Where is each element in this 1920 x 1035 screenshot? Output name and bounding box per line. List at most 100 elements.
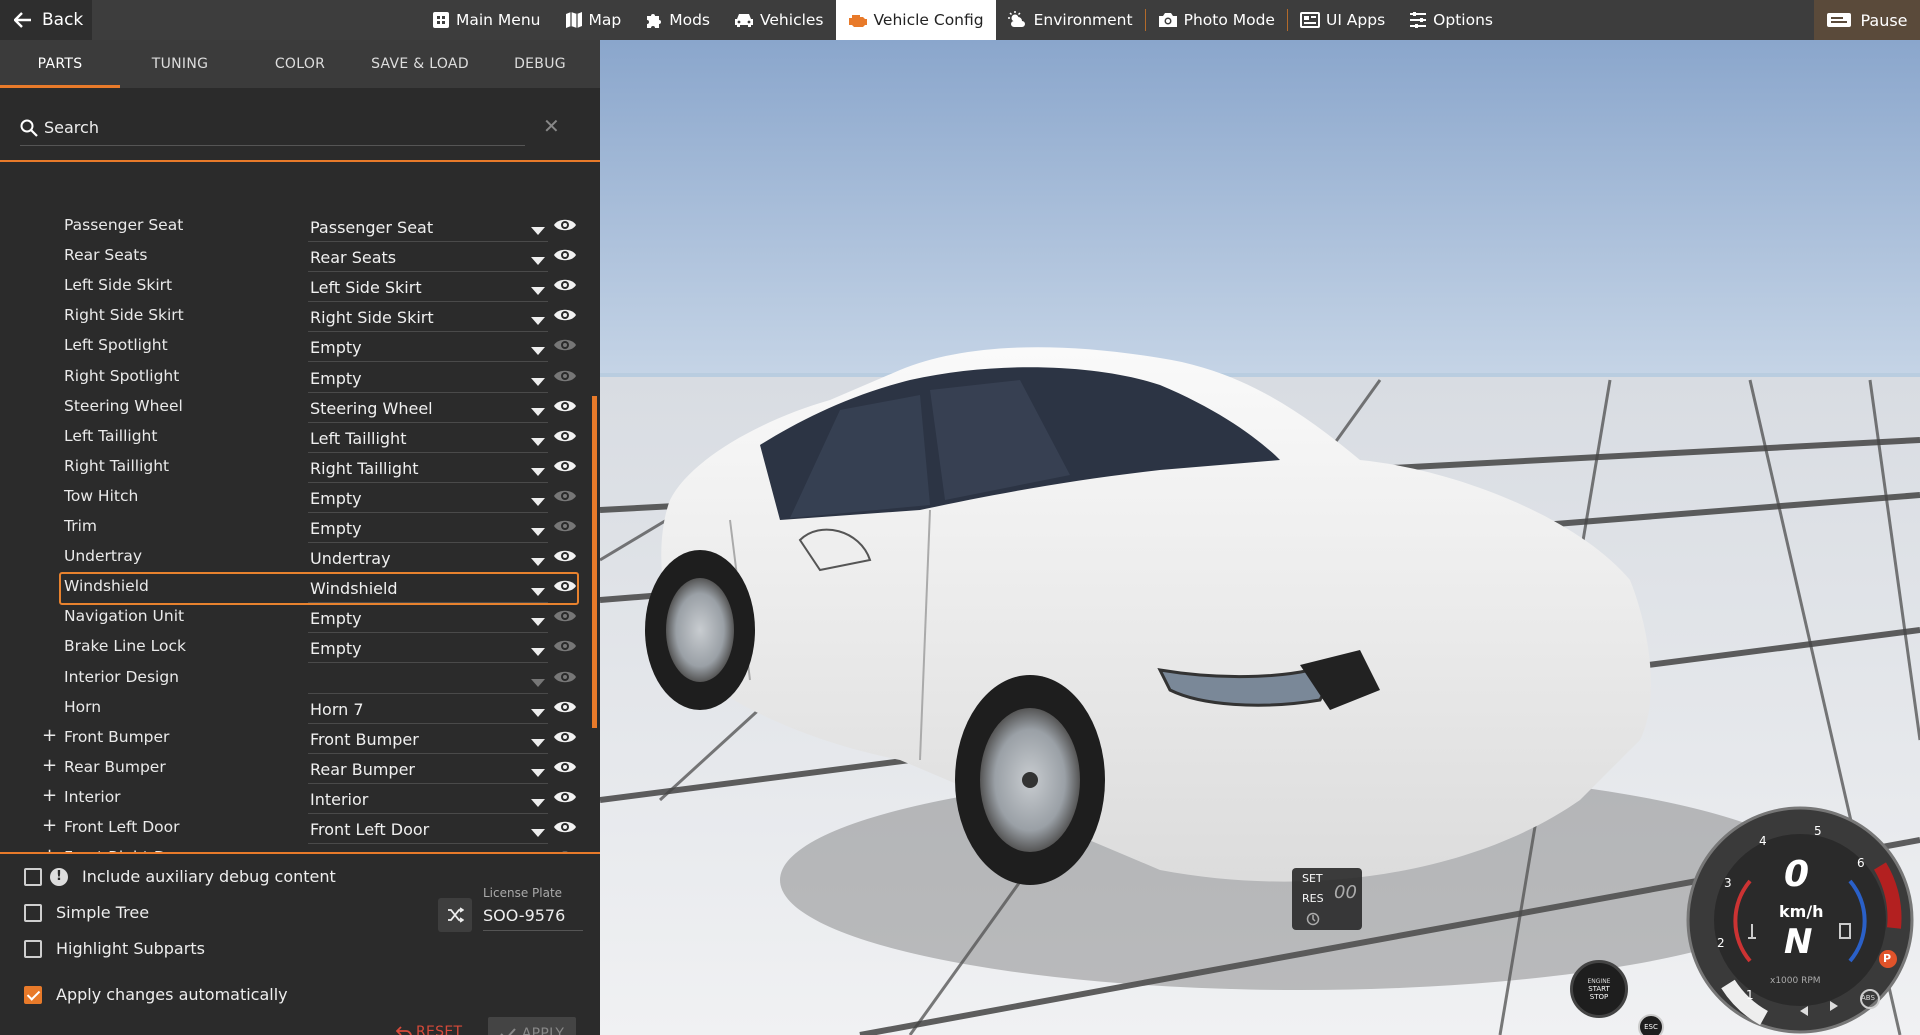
visibility-toggle[interactable] — [553, 577, 577, 595]
part-select[interactable]: Left Taillight — [308, 427, 548, 453]
chevron-down-icon[interactable] — [531, 227, 545, 235]
chevron-down-icon[interactable] — [531, 437, 545, 446]
visibility-toggle[interactable] — [553, 517, 577, 535]
nav-mods[interactable]: Mods — [633, 0, 722, 40]
expand-icon[interactable]: + — [42, 845, 57, 852]
part-row[interactable]: + Rear Bumper Rear Bumper — [0, 754, 592, 784]
chevron-down-icon[interactable] — [531, 558, 545, 567]
part-select[interactable]: Rear Seats — [308, 246, 548, 273]
nav-ui-apps[interactable]: UI Apps — [1288, 0, 1397, 40]
part-select[interactable]: Front Left Door — [308, 818, 548, 844]
chevron-down-icon[interactable] — [531, 407, 545, 416]
part-row[interactable]: Left Taillight Left Taillight — [0, 423, 592, 453]
visibility-toggle[interactable] — [553, 607, 577, 625]
part-select[interactable]: Front Bumper — [308, 728, 548, 754]
nav-map[interactable]: Map — [553, 0, 634, 40]
apply-auto-option[interactable]: Apply changes automatically — [24, 985, 288, 1004]
visibility-toggle[interactable] — [553, 637, 577, 655]
visibility-toggle[interactable] — [553, 457, 577, 475]
part-row[interactable]: Passenger Seat Passenger Seat — [0, 212, 592, 242]
expand-icon[interactable]: + — [42, 815, 57, 836]
visibility-toggle[interactable] — [553, 698, 577, 716]
tab-save-load[interactable]: SAVE & LOAD — [360, 40, 480, 88]
chevron-down-icon[interactable] — [531, 377, 545, 386]
apply-button[interactable]: APPLY — [488, 1017, 576, 1035]
visibility-toggle[interactable] — [553, 818, 577, 836]
part-select[interactable]: Right Taillight — [308, 457, 548, 483]
chevron-down-icon[interactable] — [531, 708, 545, 717]
part-row[interactable]: Undertray Undertray — [0, 543, 592, 574]
part-select[interactable]: Interior — [308, 788, 548, 814]
part-select[interactable]: Horn 7 — [308, 698, 548, 724]
expand-icon[interactable]: + — [42, 725, 57, 746]
randomize-plate-button[interactable] — [438, 898, 472, 932]
back-button[interactable]: Back — [0, 0, 92, 40]
part-select[interactable]: Empty — [308, 517, 548, 543]
chevron-down-icon[interactable] — [531, 829, 545, 837]
reset-button[interactable]: RESET — [396, 1024, 462, 1035]
simple-tree-checkbox[interactable] — [24, 903, 42, 922]
part-select[interactable] — [308, 668, 548, 694]
visibility-toggle[interactable] — [553, 397, 577, 415]
part-row[interactable]: + Front Left Door Front Left Door — [0, 814, 592, 844]
visibility-toggle[interactable] — [553, 306, 577, 324]
chevron-down-icon[interactable] — [531, 257, 545, 266]
visibility-toggle[interactable] — [553, 367, 577, 385]
part-select[interactable]: Right Side Skirt — [308, 306, 548, 333]
part-row[interactable]: Left Side Skirt Left Side Skirt — [0, 272, 592, 303]
search-input[interactable]: Search — [20, 110, 525, 146]
tab-debug[interactable]: DEBUG — [480, 40, 600, 88]
pause-button[interactable]: Pause — [1814, 0, 1920, 40]
nav-photo-mode[interactable]: Photo Mode — [1146, 0, 1287, 40]
part-row[interactable]: Navigation Unit Empty — [0, 603, 592, 634]
highlight-subparts-checkbox[interactable] — [24, 939, 42, 958]
tab-tuning[interactable]: TUNING — [120, 40, 240, 88]
debug-content-option[interactable]: ! Include auxiliary debug content — [24, 867, 336, 886]
part-row[interactable]: Steering Wheel Steering Wheel — [0, 393, 592, 423]
part-select[interactable]: Left Side Skirt — [308, 276, 548, 303]
part-row[interactable]: + Front Bumper Front Bumper — [0, 724, 592, 754]
visibility-toggle[interactable] — [553, 788, 577, 806]
part-row[interactable]: Interior Design — [0, 664, 592, 694]
chevron-down-icon[interactable] — [531, 317, 545, 326]
scrollbar[interactable] — [592, 396, 597, 728]
engine-start-button[interactable]: ENGINE START STOP — [1570, 960, 1628, 1018]
visibility-toggle[interactable] — [553, 336, 577, 354]
expand-icon[interactable]: + — [42, 755, 57, 776]
visibility-toggle[interactable] — [553, 246, 577, 264]
part-row[interactable]: Right Side Skirt Right Side Skirt — [0, 302, 592, 333]
nav-options[interactable]: Options — [1397, 0, 1505, 40]
part-row[interactable]: Tow Hitch Empty — [0, 483, 592, 513]
chevron-down-icon[interactable] — [531, 528, 545, 536]
expand-icon[interactable]: + — [42, 785, 57, 806]
chevron-down-icon[interactable] — [531, 287, 545, 296]
part-row[interactable]: Horn Horn 7 — [0, 694, 592, 724]
clear-search-icon[interactable]: ✕ — [543, 114, 560, 138]
chevron-down-icon[interactable] — [531, 678, 545, 687]
part-row[interactable]: Windshield Windshield — [0, 572, 592, 606]
cruise-set-label[interactable]: SET — [1302, 872, 1323, 885]
license-plate-input[interactable]: SOO-9576 — [483, 903, 583, 931]
chevron-down-icon[interactable] — [531, 618, 545, 627]
visibility-toggle[interactable] — [553, 758, 577, 776]
chevron-down-icon[interactable] — [531, 467, 545, 476]
visibility-toggle[interactable] — [553, 668, 577, 686]
chevron-down-icon[interactable] — [531, 497, 545, 506]
part-select[interactable]: Undertray — [308, 547, 548, 574]
apply-auto-checkbox[interactable] — [24, 985, 42, 1004]
tab-color[interactable]: COLOR — [240, 40, 360, 88]
game-viewport[interactable]: SET RES 00 ENGINE START STOP ESC 1 2 3 4 — [600, 40, 1920, 1035]
part-select[interactable]: Steering Wheel — [308, 397, 548, 423]
part-select[interactable]: Windshield — [308, 577, 548, 604]
part-row[interactable]: Rear Seats Rear Seats — [0, 242, 592, 273]
tab-parts[interactable]: PARTS — [0, 40, 120, 88]
part-row[interactable]: Right Taillight Right Taillight — [0, 453, 592, 483]
chevron-down-icon[interactable] — [531, 798, 545, 807]
part-row[interactable]: Right Spotlight Empty — [0, 363, 592, 393]
highlight-subparts-option[interactable]: Highlight Subparts — [24, 939, 205, 958]
part-row[interactable]: + Interior Interior — [0, 784, 592, 814]
simple-tree-option[interactable]: Simple Tree — [24, 903, 149, 922]
nav-main-menu[interactable]: Main Menu — [420, 0, 553, 40]
part-select[interactable]: Empty — [308, 637, 548, 664]
part-select[interactable]: Empty — [308, 487, 548, 513]
